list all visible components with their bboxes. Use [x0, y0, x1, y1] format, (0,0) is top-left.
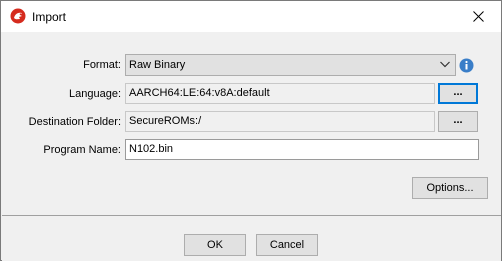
- window-title: Import: [32, 10, 67, 24]
- close-button[interactable]: [455, 1, 501, 31]
- title-bar: Import: [1, 1, 501, 32]
- close-icon: [472, 10, 484, 22]
- footer-panel: [2, 216, 501, 261]
- language-browse-button[interactable]: ...: [438, 83, 478, 104]
- program-name-label: Program Name:: [43, 144, 121, 156]
- cancel-button[interactable]: Cancel: [256, 234, 318, 256]
- language-label: Language:: [69, 88, 121, 100]
- options-button[interactable]: Options...: [412, 177, 488, 199]
- destination-label: Destination Folder:: [28, 116, 121, 128]
- import-dialog: Import Format: Raw Binary Language: AARC…: [0, 0, 502, 261]
- language-field: AARCH64:LE:64:v8A:default: [125, 83, 435, 104]
- destination-field: SecureROMs:/: [125, 111, 435, 132]
- format-label: Format:: [83, 59, 121, 71]
- dragon-app-icon: [10, 8, 26, 24]
- ok-button[interactable]: OK: [184, 234, 246, 256]
- format-selected-value: Raw Binary: [129, 59, 186, 71]
- chevron-down-icon: [440, 61, 450, 68]
- format-dropdown[interactable]: Raw Binary: [125, 54, 456, 76]
- destination-browse-button[interactable]: ...: [438, 111, 478, 132]
- info-icon[interactable]: [459, 58, 474, 73]
- program-name-input[interactable]: N102.bin: [125, 139, 479, 160]
